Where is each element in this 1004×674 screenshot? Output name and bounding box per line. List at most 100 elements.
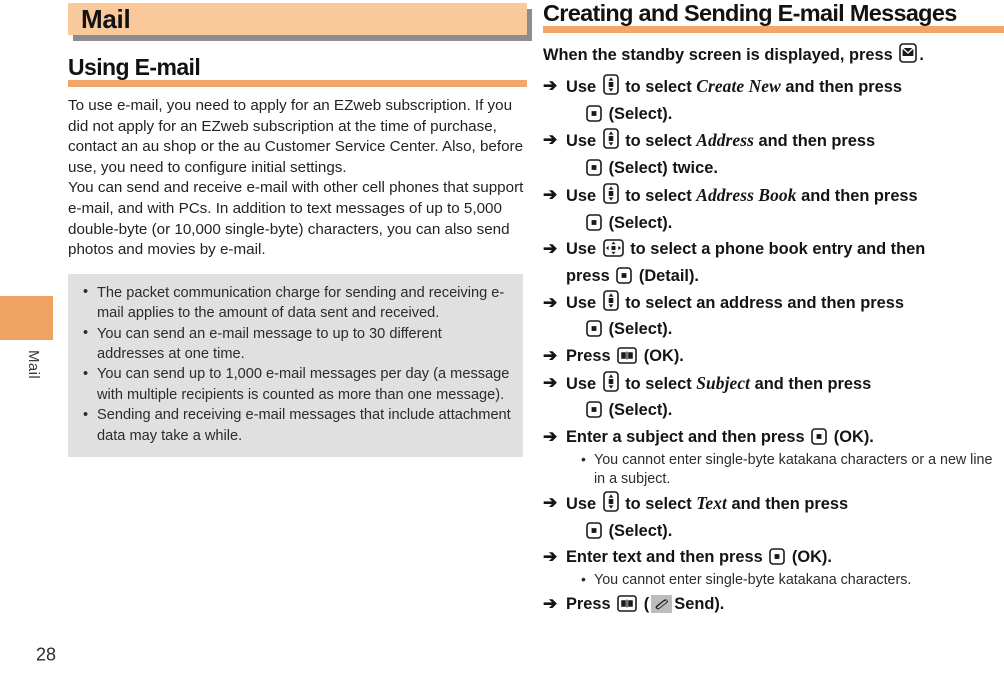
step-create-new: ➔ Use to select Create New and then pres… [543,73,1004,127]
step-text: Send). [674,594,725,613]
step-text: and then press [801,186,918,205]
left-column: Mail Using E-mail To use e-mail, you nee… [68,0,532,457]
step-text: (Detail). [638,266,699,285]
center-select-key-icon [586,521,602,539]
list-item: You can send an e-mail message to up to … [80,323,511,365]
step-continuation: (Select) twice. [566,155,1004,182]
step-arrow-icon: ➔ [543,346,558,366]
step-enter-subject: ➔ Enter a subject and then press (OK). Y… [543,424,1004,490]
step-text: (Select). [608,320,673,339]
step-text: Use [566,78,597,96]
step-text: Use [566,495,597,514]
menu-item-name: Text [696,493,727,514]
note-box: The packet communication charge for send… [68,273,523,457]
step-text: and then press [754,374,872,393]
page-number: 28 [36,644,57,665]
step-text: Use [566,186,597,205]
menu-item-name: Address [696,130,754,151]
section-heading-rule [543,26,1004,33]
step-text: Use [566,132,597,151]
chapter-title-block: Mail [68,3,532,41]
phone-handset-send-icon [651,594,673,613]
step-arrow-icon: ➔ [543,184,558,204]
step-text: (Select) twice. [608,159,718,178]
lead-instruction-text: When the standby screen is displayed, pr… [543,46,893,64]
step-arrow-icon: ➔ [543,493,558,513]
step-text: (OK). [643,347,684,366]
step-text: to select an address and then press [625,293,904,312]
step-continuation: (Select). [566,210,1004,237]
step-text: and then press [758,132,876,151]
step-text: (OK). [833,428,874,447]
step-arrow-icon: ➔ [543,372,558,392]
step-text: to select a phone book entry and then [630,240,926,259]
step-text-field: ➔ Use to select Text and then press (Sel… [543,490,1004,544]
step-arrow-icon: ➔ [543,239,558,259]
step-text: to select [625,78,692,96]
right-column: Creating and Sending E-mail Messages Whe… [543,0,1004,617]
step-text: and then press [785,78,902,96]
step-enter-text: ➔ Enter text and then press (OK). You ca… [543,544,1004,590]
step-text: Enter a subject and then press [566,428,805,447]
step-address: ➔ Use to select Address and then press (… [543,127,1004,181]
list-item: You cannot enter single-byte katakana ch… [580,570,1004,591]
step-text: Use [566,240,597,259]
list-item: You can send up to 1,000 e-mail messages… [80,364,511,405]
step-text: (OK). [791,548,832,567]
chapter-title-bar [68,3,527,35]
step-select-address: ➔ Use to select an address and then pres… [543,289,1004,343]
step-text: press [566,266,610,285]
updown-navigation-key-icon [602,128,619,150]
step-text: and then press [731,495,849,514]
step-send: ➔ Press ( Send). [543,591,1004,618]
step-arrow-icon: ➔ [543,427,558,447]
step-text: (Select). [608,521,673,540]
lead-instruction-period: . [919,46,924,64]
menu-item-name: Subject [696,372,751,393]
step-text: Enter text and then press [566,548,763,567]
step-text: Press [566,347,611,366]
step-address-book: ➔ Use to select Address Book and then pr… [543,182,1004,236]
mail-envelope-key-icon [899,43,918,63]
paragraph-subscription: To use e-mail, you need to apply for an … [68,97,524,176]
substep-list: You cannot enter single-byte katakana ch… [566,570,1004,591]
step-text: Use [566,374,597,393]
section-heading-using-email: Using E-mail [68,54,527,87]
menu-item-name: Create New [696,76,781,96]
fourway-navigation-key-icon [602,239,624,258]
center-select-key-icon [586,213,602,231]
step-text: Use [566,293,597,312]
section-heading-creating-sending: Creating and Sending E-mail Messages [543,0,1004,33]
step-text: (Select). [608,104,673,123]
step-text: to select [625,186,692,205]
step-arrow-icon: ➔ [543,547,558,567]
step-text: Press [566,594,611,613]
step-continuation: (Select). [566,397,1004,424]
step-continuation: (Select). [566,518,1004,545]
paragraph-send-receive: You can send and receive e-mail with oth… [68,179,524,259]
center-select-key-icon [811,428,828,445]
updown-navigation-key-icon [602,491,619,512]
step-arrow-icon: ➔ [543,292,558,312]
step-phone-book-entry: ➔ Use to select a phone book entry and t… [543,236,1004,289]
section-heading-label: Creating and Sending E-mail Messages [543,0,957,26]
center-select-key-icon [586,401,602,419]
chapter-title-text: Mail [81,4,131,34]
updown-navigation-key-icon [602,289,619,311]
step-continuation: press (Detail). [566,263,1004,290]
list-item: You cannot enter single-byte katakana ch… [580,450,1004,490]
chapter-tab-label: Mail [25,350,42,380]
step-text: (Select). [608,401,673,420]
lead-instruction: When the standby screen is displayed, pr… [543,43,1004,67]
book-softkey-icon [617,594,638,612]
list-item: The packet communication charge for send… [80,282,511,324]
menu-item-name: Address Book [696,184,797,205]
step-text: to select [625,132,692,151]
updown-navigation-key-icon [602,370,619,392]
step-text: ( [643,594,650,613]
book-softkey-icon [617,347,638,364]
step-arrow-icon: ➔ [543,76,558,95]
step-arrow-icon: ➔ [543,130,558,150]
step-list: ➔ Use to select Create New and then pres… [543,73,1004,617]
substep-list: You cannot enter single-byte katakana ch… [566,450,1004,490]
